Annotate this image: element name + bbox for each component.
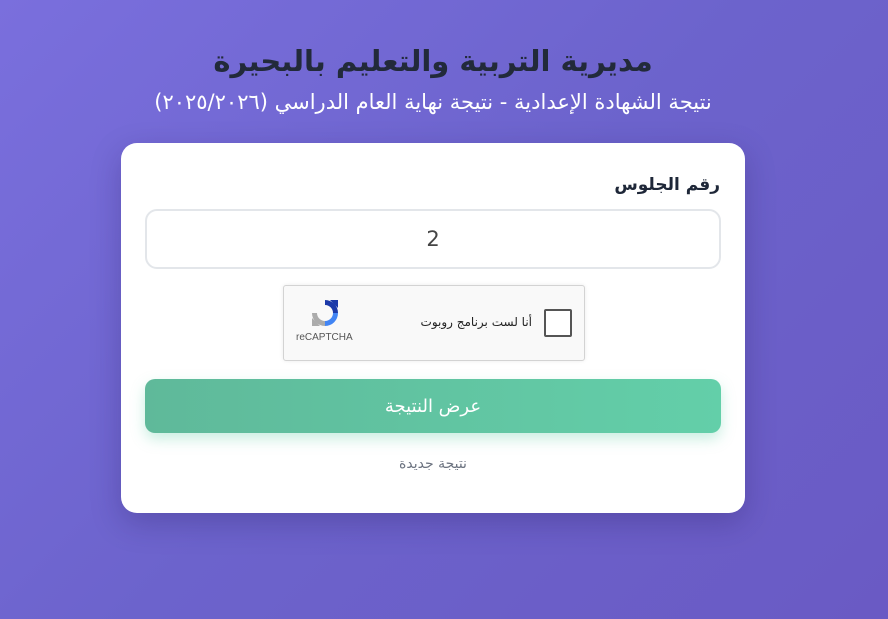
recaptcha-checkbox[interactable] — [544, 309, 572, 337]
seat-number-label: رقم الجلوس — [614, 175, 720, 195]
recaptcha-label: أنا لست برنامج روبوت — [420, 315, 532, 329]
page-subtitle: نتيجة الشهادة الإعدادية - نتيجة نهاية ال… — [154, 90, 712, 114]
recaptcha-logo-icon — [308, 296, 342, 330]
recaptcha-widget: أنا لست برنامج روبوت reCAPTCHA — [283, 285, 585, 361]
new-result-link[interactable]: نتيجة جديدة — [121, 456, 745, 472]
result-form-card: رقم الجلوس أنا لست برنامج روبوت reCAPTCH… — [121, 143, 745, 513]
page-title: مديرية التربية والتعليم بالبحيرة — [213, 44, 653, 78]
recaptcha-brand: reCAPTCHA — [296, 332, 353, 343]
seat-number-input[interactable] — [145, 209, 721, 269]
show-result-button[interactable]: عرض النتيجة — [145, 379, 721, 433]
